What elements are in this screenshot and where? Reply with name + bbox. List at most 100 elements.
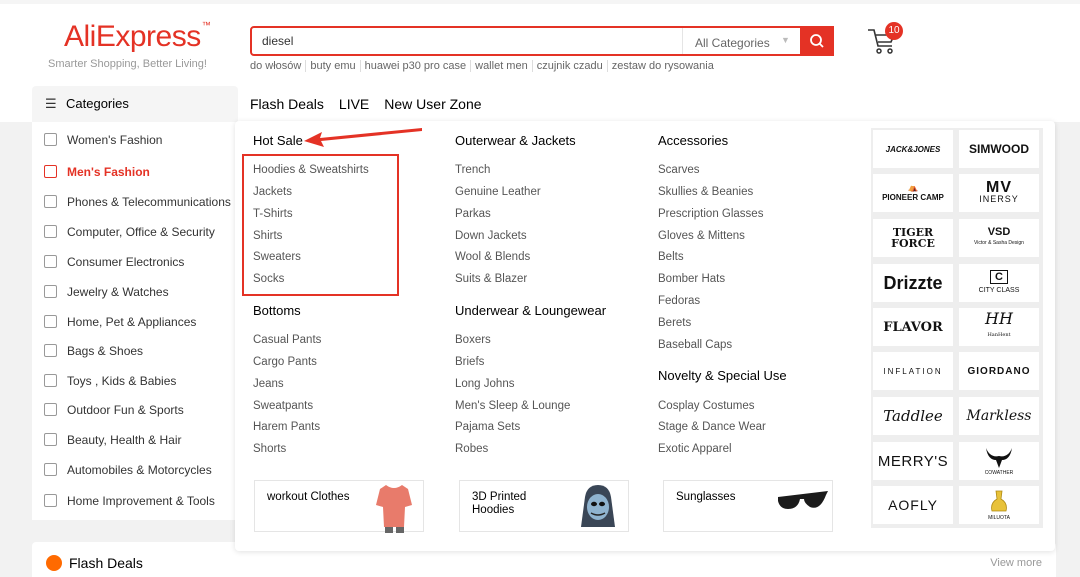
menu-link[interactable]: Skullies & Beanies	[658, 186, 753, 198]
column-title-accessories[interactable]: Accessories	[658, 133, 728, 148]
sidebar-item-mens-fashion[interactable]: Men's Fashion	[32, 157, 238, 187]
menu-icon: ☰	[45, 96, 57, 111]
sidebar-item-phones[interactable]: Phones & Telecommunications	[32, 187, 238, 217]
sidebar-item-computer[interactable]: Computer, Office & Security	[32, 217, 238, 247]
lipstick-icon	[44, 433, 57, 446]
menu-link[interactable]: Suits & Blazer	[455, 273, 527, 285]
hotword-link[interactable]: buty emu	[306, 60, 361, 72]
menu-link[interactable]: Fedoras	[658, 295, 700, 307]
menu-link[interactable]: Genuine Leather	[455, 186, 541, 198]
menu-link[interactable]: Long Johns	[455, 378, 514, 390]
view-more-link[interactable]: View more	[990, 557, 1042, 569]
brand-tile[interactable]: C CITY CLASS	[958, 263, 1040, 303]
column-title-outerwear[interactable]: Outerwear & Jackets	[455, 133, 576, 148]
dress-icon	[44, 133, 57, 146]
shirt-icon	[44, 165, 57, 178]
menu-link[interactable]: Scarves	[658, 164, 700, 176]
nav-new-user-zone[interactable]: New User Zone	[384, 96, 481, 112]
search-input[interactable]	[262, 32, 672, 50]
brand-tile[interactable]: COWATHER	[958, 441, 1040, 481]
brand-tile[interactable]: Markless	[958, 396, 1040, 436]
search-button[interactable]	[800, 26, 834, 56]
brand-tile[interactable]: ⛺ PIONEER CAMP	[872, 173, 954, 213]
promo-card-workout[interactable]: workout Clothes	[254, 480, 424, 533]
menu-link[interactable]: Wool & Blends	[455, 251, 530, 263]
brand-tile[interactable]: MV INERSY	[958, 173, 1040, 213]
menu-link[interactable]: Belts	[658, 251, 684, 263]
sidebar-item-outdoor[interactable]: Outdoor Fun & Sports	[32, 395, 238, 425]
sidebar-item-toys[interactable]: Toys , Kids & Babies	[32, 366, 238, 396]
column-title-novelty[interactable]: Novelty & Special Use	[658, 368, 787, 383]
hotword-link[interactable]: zestaw do rysowania	[608, 60, 718, 72]
nav-live[interactable]: LIVE	[339, 96, 369, 112]
menu-link[interactable]: Trench	[455, 164, 490, 176]
aliexpress-logo[interactable]: AliExpress™	[64, 20, 211, 54]
brand-tile[interactable]: JACK&JONES	[872, 129, 954, 169]
sidebar-item-womens-fashion[interactable]: Women's Fashion	[32, 125, 238, 155]
hotword-link[interactable]: wallet men	[471, 60, 533, 72]
cart-count-badge: 10	[885, 22, 903, 40]
sidebar-item-electronics[interactable]: Consumer Electronics	[32, 247, 238, 277]
brand-tile[interactable]: TIGER FORCE	[872, 218, 954, 258]
menu-link[interactable]: Berets	[658, 317, 691, 329]
brand-tile[interactable]: GIORDANO	[958, 351, 1040, 391]
brand-tile[interactable]: FLAVOR	[872, 307, 954, 347]
menu-link[interactable]: Sweatpants	[253, 400, 313, 412]
menu-link[interactable]: Boxers	[455, 334, 491, 346]
menu-link[interactable]: Stage & Dance Wear	[658, 421, 766, 433]
promo-label: workout Clothes	[267, 491, 350, 503]
menu-link[interactable]: Jeans	[253, 378, 284, 390]
menu-link[interactable]: Gloves & Mittens	[658, 230, 745, 242]
category-select[interactable]: All Categories ▼	[682, 28, 802, 54]
top-nav: Flash Deals LIVE New User Zone	[250, 96, 497, 112]
menu-link[interactable]: Casual Pants	[253, 334, 321, 346]
menu-link[interactable]: Prescription Glasses	[658, 208, 763, 220]
sidebar-item-jewelry[interactable]: Jewelry & Watches	[32, 277, 238, 307]
brand-tile[interactable]: MERRY'S	[872, 441, 954, 481]
hotword-link[interactable]: czujnik czadu	[532, 60, 608, 72]
menu-link[interactable]: Exotic Apparel	[658, 443, 732, 455]
categories-header[interactable]: ☰ Categories	[32, 86, 238, 122]
wheel-icon	[44, 463, 57, 476]
search-box: All Categories ▼	[250, 26, 834, 56]
brand-tile[interactable]: Taddlee	[872, 396, 954, 436]
brand-tile[interactable]: INFLATION	[872, 351, 954, 391]
hotword-link[interactable]: huawei p30 pro case	[360, 60, 472, 72]
sidebar-item-beauty[interactable]: Beauty, Health & Hair	[32, 425, 238, 455]
menu-link[interactable]: Robes	[455, 443, 488, 455]
sidebar-item-automobiles[interactable]: Automobiles & Motorcycles	[32, 455, 238, 485]
menu-link[interactable]: Cosplay Costumes	[658, 400, 755, 412]
column-title-underwear[interactable]: Underwear & Loungewear	[455, 303, 606, 318]
hotword-link[interactable]: do włosów	[250, 60, 307, 72]
brand-tile[interactable]: Drizzte	[872, 263, 954, 303]
brand-tile[interactable]: HH HanHent	[958, 307, 1040, 347]
brand-tile[interactable]: SIMWOOD	[958, 129, 1040, 169]
brand-tile[interactable]: AOFLY	[872, 485, 954, 525]
menu-link[interactable]: Baseball Caps	[658, 339, 732, 351]
menu-link[interactable]: Cargo Pants	[253, 356, 317, 368]
menu-link[interactable]: Bomber Hats	[658, 273, 725, 285]
brand-tile[interactable]: MILUOTA	[958, 485, 1040, 525]
sidebar-item-bags-shoes[interactable]: Bags & Shoes	[32, 336, 238, 366]
annotation-arrow-icon	[304, 128, 422, 147]
menu-link[interactable]: Pajama Sets	[455, 421, 520, 433]
sidebar-item-home-pet[interactable]: Home, Pet & Appliances	[32, 307, 238, 337]
promo-card-3d-hoodies[interactable]: 3D Printed Hoodies	[459, 480, 629, 532]
menu-link[interactable]: Parkas	[455, 208, 491, 220]
column-title-hot-sale[interactable]: Hot Sale	[253, 133, 303, 148]
menu-link[interactable]: Harem Pants	[253, 421, 320, 433]
hot-search-words: do włosów buty emu huawei p30 pro case wall…	[250, 60, 718, 72]
menu-link[interactable]: Men's Sleep & Lounge	[455, 400, 570, 412]
menu-link[interactable]: Shorts	[253, 443, 286, 455]
category-sidebar: Women's Fashion Men's Fashion Phones & T…	[32, 122, 238, 520]
ring-icon	[44, 285, 57, 298]
sidebar-item-home-improvement[interactable]: Home Improvement & Tools	[32, 486, 238, 516]
nav-flash-deals[interactable]: Flash Deals	[250, 96, 324, 112]
laptop-icon	[44, 225, 57, 238]
promo-label: 3D Printed Hoodies	[472, 491, 527, 516]
column-title-bottoms[interactable]: Bottoms	[253, 303, 301, 318]
brand-tile[interactable]: VSD Victor & Sasha Design	[958, 218, 1040, 258]
menu-link[interactable]: Briefs	[455, 356, 484, 368]
promo-card-sunglasses[interactable]: Sunglasses	[663, 480, 833, 532]
menu-link[interactable]: Down Jackets	[455, 230, 527, 242]
